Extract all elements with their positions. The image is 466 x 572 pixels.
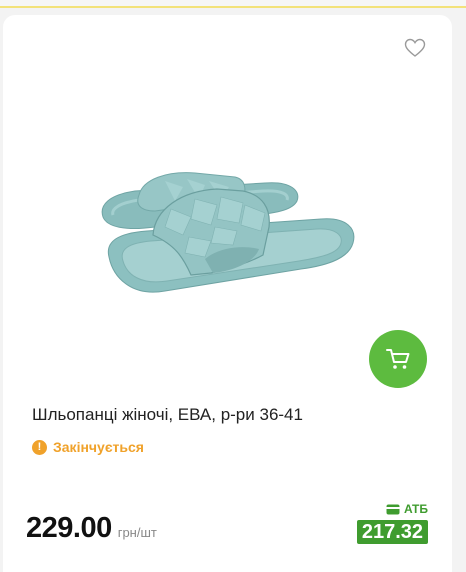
price-value: 229.00 <box>26 512 112 544</box>
club-label-text: АТБ <box>403 502 428 516</box>
card-icon <box>386 504 400 514</box>
club-label: АТБ <box>386 502 428 516</box>
club-price-value: 217.32 <box>356 520 428 544</box>
exclamation-icon: ! <box>32 439 47 455</box>
cart-icon <box>386 349 410 369</box>
product-image[interactable] <box>95 165 360 310</box>
top-strip <box>0 0 466 8</box>
price-block: 229.00 грн/шт <box>26 512 157 545</box>
favorite-button[interactable] <box>404 38 426 58</box>
price-unit: грн/шт <box>117 525 157 540</box>
add-to-cart-button[interactable] <box>369 330 427 388</box>
stock-status-label: Закінчується <box>53 439 144 455</box>
heart-icon <box>404 38 426 57</box>
club-price-block: АТБ 217.32 <box>354 502 428 544</box>
stock-status: ! Закінчується <box>32 437 144 457</box>
product-title[interactable]: Шльопанці жіночі, ЕВА, р-ри 36-41 <box>32 404 432 426</box>
